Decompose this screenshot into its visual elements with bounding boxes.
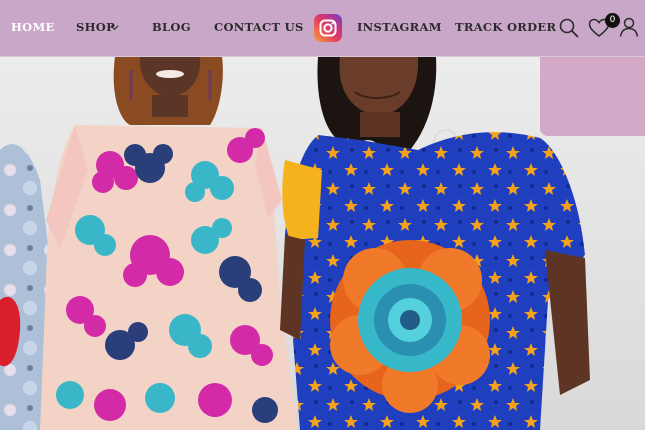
models-in-ankara-dresses-photo <box>0 57 645 430</box>
nav-contact-link[interactable]: CONTACT US <box>214 20 304 34</box>
nav-blog-link[interactable]: BLOG <box>152 20 191 34</box>
user-icon[interactable] <box>618 16 640 38</box>
chevron-down-icon[interactable] <box>109 22 120 33</box>
nav-instagram-link[interactable]: INSTAGRAM <box>357 20 442 34</box>
search-icon[interactable] <box>558 17 580 39</box>
hero-banner-image <box>0 57 645 430</box>
instagram-icon[interactable] <box>314 14 342 42</box>
nav-home-link[interactable]: HOME <box>11 20 55 34</box>
nav-track-order-link[interactable]: TRACK ORDER <box>455 20 556 34</box>
top-navigation: HOME SHOP BLOG CONTACT US INSTAGRAM TRAC… <box>0 0 645 57</box>
